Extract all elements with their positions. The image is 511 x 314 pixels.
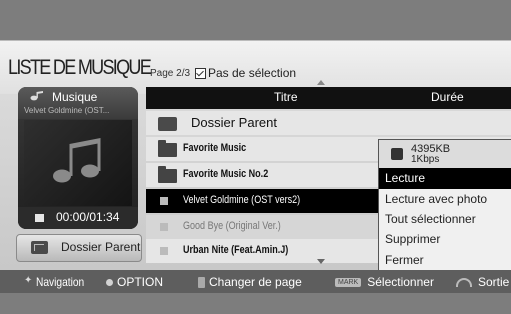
menu-item-lecture-avec-photo[interactable]: Lecture avec photo [379, 189, 511, 210]
footer-select: MARK Sélectionner [335, 275, 434, 289]
footer-page: Changer de page [198, 275, 302, 289]
footer-page-label: Changer de page [209, 275, 302, 289]
folder-icon [158, 140, 177, 157]
music-list-screen: LISTE DE MUSIQUE Page 2/3 Pas de sélecti… [0, 0, 511, 314]
checkbox-icon [195, 67, 206, 79]
footer-option: OPTION [106, 275, 163, 289]
album-track-name: Velvet Goldmine (OST... [24, 106, 110, 115]
footer-option-label: OPTION [117, 275, 164, 289]
row-label: Dossier Parent [191, 115, 277, 130]
menu-item-tout-selectionner[interactable]: Tout sélectionner [379, 209, 511, 230]
page-title: LISTE DE MUSIQUE [8, 56, 152, 79]
selection-text: Pas de sélection [208, 66, 297, 80]
menu-item-lecture[interactable]: Lecture [379, 168, 511, 189]
file-info: 4395KB 1Kbps [379, 140, 511, 168]
album-panel: Musique Velvet Goldmine (OST... 00:00/01… [18, 87, 138, 229]
row-label: Urban Nite (Feat.Amin.J) [183, 244, 289, 256]
file-bitrate: 1Kbps [411, 154, 440, 165]
time-label: 00:00/01:34 [56, 210, 120, 224]
row-label: Velvet Goldmine (OST vers2) [183, 194, 301, 206]
folder-up-icon [158, 117, 177, 131]
navigation-icon [24, 275, 33, 287]
menu-item-label: Lecture avec photo [385, 192, 488, 206]
menu-item-fermer[interactable]: Fermer [379, 250, 511, 271]
album-art [24, 120, 132, 206]
list-row-parent-folder[interactable]: Dossier Parent [146, 111, 511, 135]
list-header: Titre Durée [146, 87, 511, 109]
menu-item-label: Tout sélectionner [385, 212, 476, 226]
info-icon [391, 148, 403, 160]
footer-exit: Sortie [456, 275, 509, 289]
scroll-up-arrow-icon[interactable] [317, 80, 325, 85]
context-menu: 4395KB 1Kbps Lecture Lecture avec photo … [378, 139, 511, 272]
parent-folder-button[interactable]: Dossier Parent [16, 234, 142, 262]
menu-item-label: Lecture [385, 171, 426, 185]
row-label: Good Bye (Original Ver.) [183, 220, 281, 232]
music-icon [30, 91, 43, 101]
ok-button-icon [106, 278, 113, 286]
footer-exit-label: Sortie [478, 275, 510, 289]
selection-status: Pas de sélection [195, 66, 296, 80]
page-key-icon [198, 276, 205, 288]
menu-item-label: Fermer [385, 253, 424, 267]
footer-select-label: Sélectionner [367, 275, 434, 289]
row-label: Favorite Music No.2 [183, 168, 269, 180]
file-icon [160, 247, 168, 255]
footer-navigation: Navigation [24, 275, 93, 290]
album-label: Musique [52, 90, 98, 104]
folder-up-icon [31, 241, 48, 254]
exit-icon [456, 277, 472, 287]
scroll-down-arrow-icon[interactable] [317, 259, 325, 264]
stop-icon[interactable] [35, 214, 44, 222]
file-icon [160, 197, 168, 205]
page-indicator: Page 2/3 [150, 68, 191, 79]
album-header: Musique Velvet Goldmine (OST... [18, 87, 138, 119]
folder-icon [158, 166, 177, 183]
row-label: Favorite Music [183, 142, 247, 154]
music-note-icon [53, 138, 101, 183]
column-duration: Durée [431, 90, 464, 104]
playback-time: 00:00/01:34 [18, 207, 138, 229]
footer-navigation-label: Navigation [36, 275, 85, 289]
parent-folder-label: Dossier Parent [61, 240, 141, 254]
menu-item-supprimer[interactable]: Supprimer [379, 229, 511, 250]
menu-item-label: Supprimer [385, 232, 441, 246]
file-icon [160, 223, 168, 231]
column-title: Titre [274, 90, 298, 104]
footer-bar: Navigation OPTION Changer de page MARK S… [0, 270, 511, 293]
mark-key-icon: MARK [335, 277, 362, 287]
